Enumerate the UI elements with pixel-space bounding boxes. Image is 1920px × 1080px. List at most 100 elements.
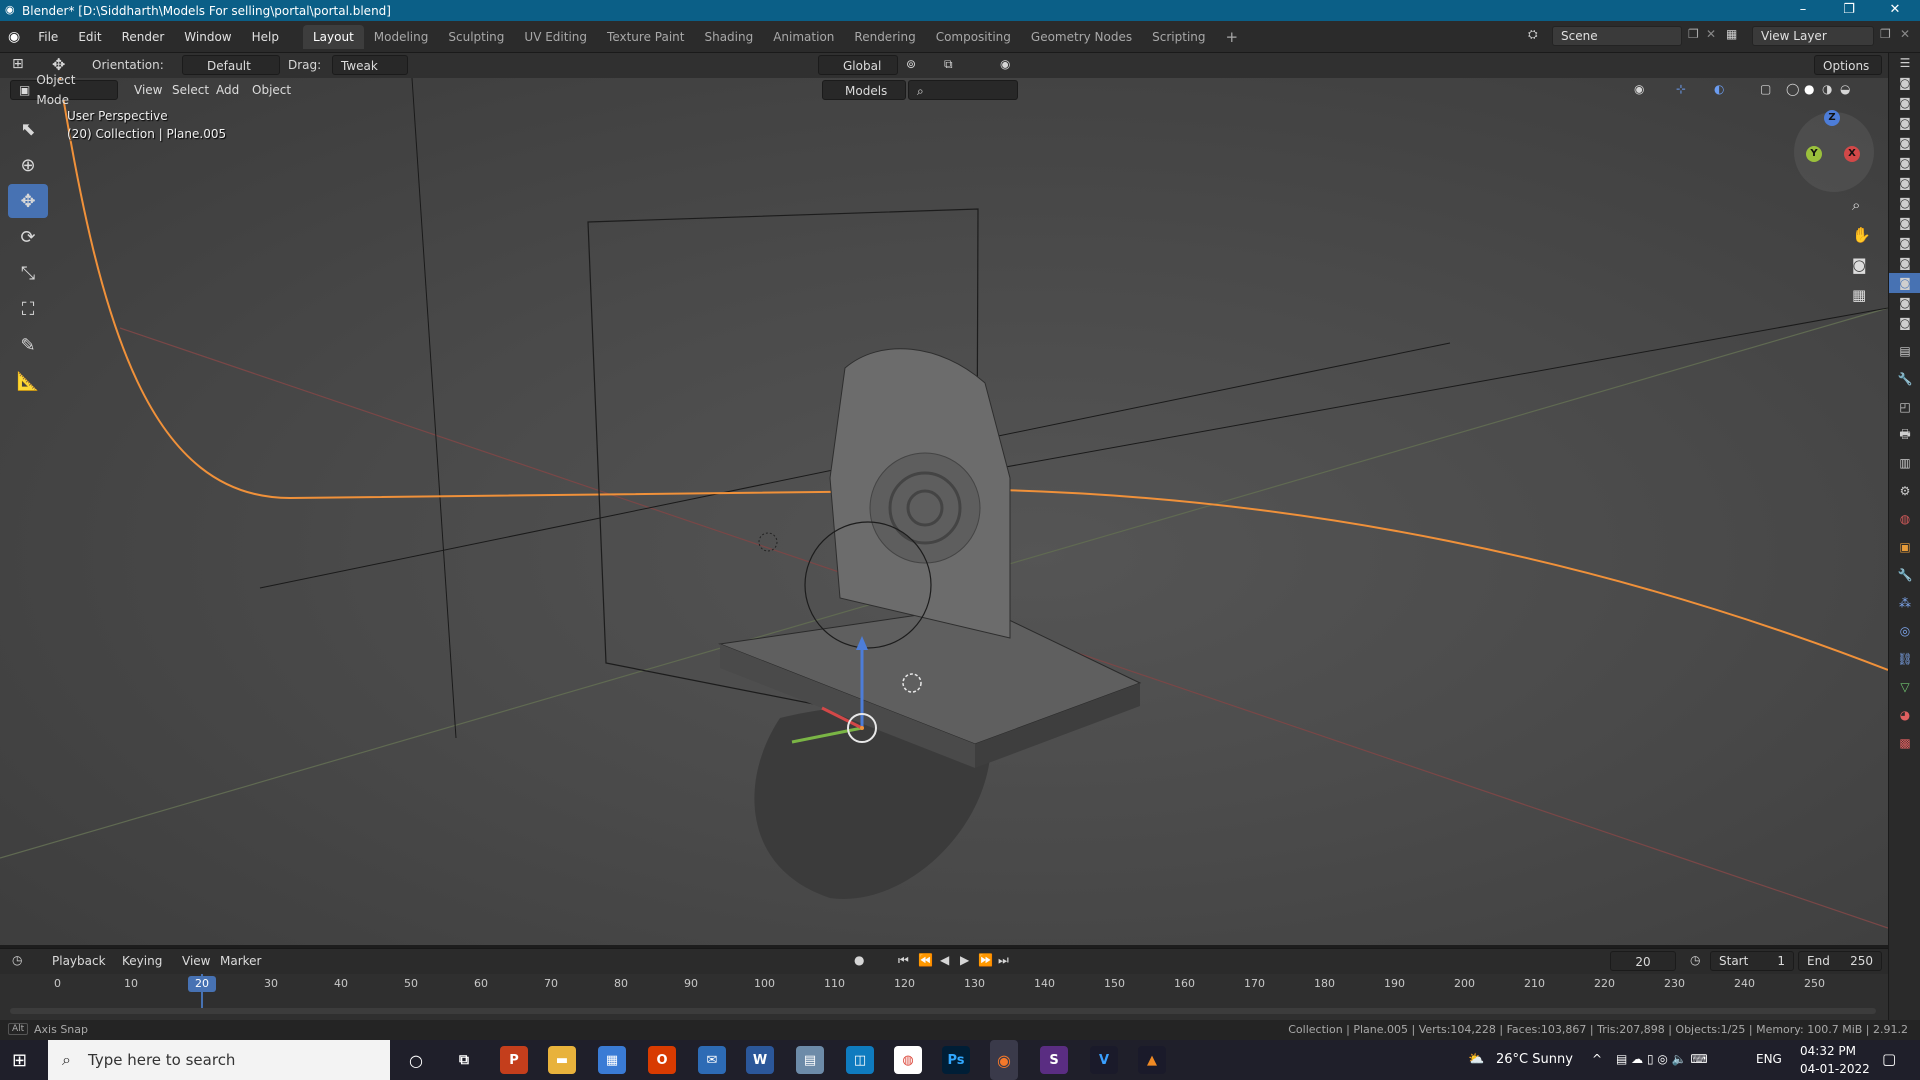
viewport-search-field[interactable]: ⌕ [908,80,1018,100]
start-frame-field[interactable]: Start 1 [1710,951,1794,971]
tab-compositing[interactable]: Compositing [926,25,1021,49]
tray-icons[interactable]: ▤ ☁ ▯ ◎ 🔈 ⌨ [1616,1052,1708,1066]
collection-dropdown[interactable]: Models [822,80,906,100]
camera-icon[interactable]: ◙ [1889,293,1920,313]
play-icon[interactable]: ▶ [960,953,969,967]
camera-icon[interactable]: ◙ [1889,73,1920,93]
weather-text[interactable]: 26°C Sunny [1496,1052,1573,1067]
properties-icon[interactable]: ▤ [1889,341,1920,361]
word-icon[interactable]: W [746,1046,774,1074]
gizmo-y-axis[interactable]: Y [1806,146,1822,162]
menu-help[interactable]: Help [242,30,289,44]
tab-texture-paint[interactable]: Texture Paint [597,25,694,49]
viewport-menu-add[interactable]: Add [208,80,247,100]
camera-icon[interactable]: ◙ [1889,173,1920,193]
substance-icon[interactable]: S [1040,1046,1068,1074]
file-explorer-icon[interactable]: ▬ [548,1046,576,1074]
scene-field[interactable]: Scene [1552,26,1682,46]
language-indicator[interactable]: ENG [1756,1052,1782,1066]
camera-icon[interactable]: ◙ [1889,193,1920,213]
outlook-icon[interactable]: ◫ [846,1046,874,1074]
tab-layout[interactable]: Layout [302,24,364,49]
timeline-scrollbar[interactable] [10,1008,1876,1014]
world-properties-icon[interactable]: ◍ [1889,509,1920,529]
windows-start-icon[interactable]: ⊞ [12,1050,27,1071]
annotate-tool-icon[interactable]: ✎ [8,328,48,362]
menu-window[interactable]: Window [174,30,241,44]
ortho-grid-icon[interactable]: ▦ [1852,286,1866,304]
camera-icon[interactable]: ◙ [1889,313,1920,333]
taskbar-search-box[interactable]: ⌕ Type here to search [48,1040,390,1080]
mode-dropdown[interactable]: ▣ Object Mode [10,73,118,107]
render-properties-icon[interactable]: ◰ [1889,397,1920,417]
timeline-menu-marker[interactable]: Marker [212,951,269,971]
timeline-editor-icon[interactable]: ◷ [12,953,22,967]
record-icon[interactable]: ● [854,953,864,967]
editor-type-icon[interactable]: ⊞ [12,56,24,72]
move-tool-button-icon[interactable]: ✥ [8,184,48,218]
camera-icon[interactable]: ◙ [1889,133,1920,153]
solid-shading-icon[interactable]: ● [1804,82,1814,96]
store-icon[interactable]: ▦ [598,1046,626,1074]
output-properties-icon[interactable]: 🖶 [1889,425,1920,445]
next-keyframe-icon[interactable]: ⏩ [978,953,993,967]
scale-tool-icon[interactable]: ⤡ [8,256,48,290]
material-shading-icon[interactable]: ◑ [1822,82,1832,96]
transform-tool-icon[interactable]: ⛶ [8,292,48,326]
photoshop-icon[interactable]: Ps [942,1046,970,1074]
new-view-layer-icon[interactable]: ❐ [1880,27,1891,41]
cursor-tool-icon[interactable]: ⊕ [8,148,48,182]
overlay-toggle-icon[interactable]: ◐ [1714,82,1724,96]
camera-view-icon[interactable]: ◙ [1852,256,1867,274]
select-tool-icon[interactable]: ⬉ [8,112,48,146]
3d-viewport[interactable]: User Perspective (20) Collection | Plane… [0,78,1888,945]
gizmo-x-axis[interactable]: X [1844,146,1860,162]
modifier-properties-icon[interactable]: 🔧 [1889,565,1920,585]
particles-properties-icon[interactable]: ⁂ [1889,593,1920,613]
play-reverse-icon[interactable]: ◀ [940,953,949,967]
view-layer-icon[interactable]: ▦ [1726,27,1737,41]
rotate-tool-icon[interactable]: ⟳ [8,220,48,254]
tab-uv-editing[interactable]: UV Editing [514,25,597,49]
tab-geometry-nodes[interactable]: Geometry Nodes [1021,25,1142,49]
orientation-dropdown[interactable]: Default [182,55,280,75]
tray-chevron-icon[interactable]: ^ [1592,1052,1602,1066]
gizmo-toggle-icon[interactable]: ⊹ [1676,82,1686,96]
snap-icon[interactable]: ⧉ [944,57,953,72]
playhead-frame-badge[interactable]: 20 [188,976,216,992]
end-frame-field[interactable]: End 250 [1798,951,1882,971]
physics-properties-icon[interactable]: ◎ [1889,621,1920,641]
texture-properties-icon[interactable]: ▩ [1889,733,1920,753]
delete-view-layer-icon[interactable]: ✕ [1900,27,1910,41]
wireframe-shading-icon[interactable]: ◯ [1786,82,1799,96]
add-workspace-button[interactable]: + [1216,23,1249,51]
data-properties-icon[interactable]: ▽ [1889,677,1920,697]
delete-scene-icon[interactable]: ✕ [1706,27,1716,41]
pivot-icon[interactable]: ⊚ [906,57,916,71]
view-layer-properties-icon[interactable]: ▥ [1889,453,1920,473]
office-icon[interactable]: O [648,1046,676,1074]
visibility-eye-icon[interactable]: ◉ [1634,82,1644,96]
menu-edit[interactable]: Edit [68,30,111,44]
task-view-icon[interactable]: ⧉ [450,1046,478,1074]
outliner-icon[interactable]: ☰ [1889,53,1920,73]
timeline-ruler[interactable]: 0 10 20 30 40 50 60 70 80 90 100 110 120 130 140 150 160… [0,974,1888,994]
tab-sculpting[interactable]: Sculpting [438,25,514,49]
vpn-icon[interactable]: V [1090,1046,1118,1074]
powerpoint-icon[interactable]: P [500,1046,528,1074]
camera-icon[interactable]: ◙ [1889,253,1920,273]
jump-start-icon[interactable]: ⏮ [898,953,909,968]
camera-icon[interactable]: ◙ [1889,153,1920,173]
email-icon[interactable]: ✉ [698,1046,726,1074]
menu-render[interactable]: Render [112,30,175,44]
chrome-icon[interactable]: ◍ [894,1046,922,1074]
rendered-shading-icon[interactable]: ◒ [1840,82,1850,96]
timeline-menu-playback[interactable]: Playback [44,951,114,971]
tab-animation[interactable]: Animation [763,25,844,49]
tab-rendering[interactable]: Rendering [844,25,925,49]
current-frame-field[interactable]: 20 [1610,951,1676,971]
timeline-menu-keying[interactable]: Keying [114,951,170,971]
measure-tool-icon[interactable]: 📐 [8,364,48,398]
clock-date[interactable]: 04-01-2022 [1800,1062,1870,1076]
preview-range-icon[interactable]: ◷ [1690,953,1700,967]
